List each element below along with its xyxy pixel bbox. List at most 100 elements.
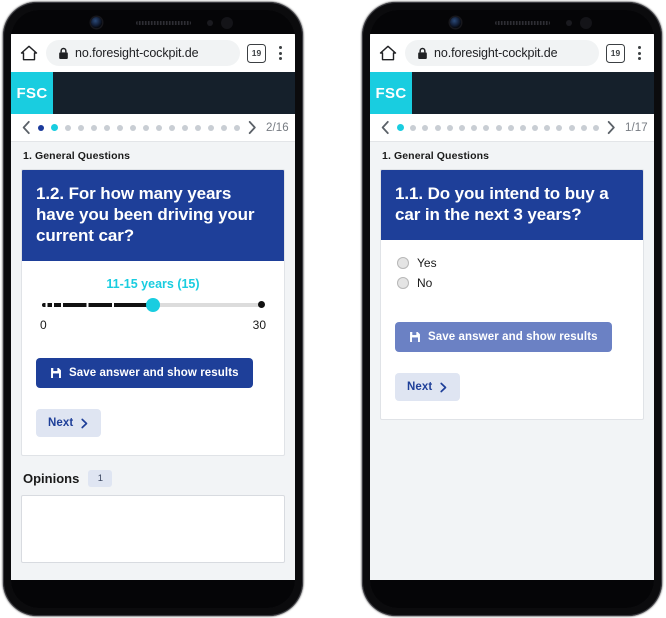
next-button-label: Next: [407, 381, 433, 394]
pager-dot[interactable]: [117, 124, 123, 131]
question-text: 1.2. For how many years have you been dr…: [22, 170, 284, 262]
pager-dot[interactable]: [593, 124, 599, 131]
answer-option-row[interactable]: No: [397, 276, 629, 290]
front-camera-icon: [450, 17, 461, 28]
pager-dot[interactable]: [532, 124, 539, 131]
question-card-left: 1.2. For how many years have you been dr…: [21, 169, 285, 457]
pager-dot[interactable]: [568, 124, 575, 131]
phone-device-left: no.foresight-cockpit.de 19 FSC 2/16 1. G…: [3, 2, 303, 616]
phone-chin-right: [370, 580, 654, 608]
fsc-logo[interactable]: FSC: [370, 72, 412, 114]
front-camera-icon: [91, 17, 102, 28]
question-answer-area: Yes No Save answer and show results Next: [381, 240, 643, 419]
slider-thumb[interactable]: [146, 298, 160, 313]
opinions-textarea[interactable]: [21, 495, 285, 564]
chevron-right-icon: [81, 418, 88, 429]
pager-dot[interactable]: [91, 124, 97, 131]
pager-dot[interactable]: [507, 124, 514, 131]
home-icon[interactable]: [19, 43, 39, 63]
pager-dots-left[interactable]: [38, 124, 240, 131]
pager-dot[interactable]: [169, 124, 175, 131]
pager-dot[interactable]: [38, 124, 44, 131]
address-bar[interactable]: no.foresight-cockpit.de: [46, 40, 240, 66]
save-answer-label: Save answer and show results: [69, 367, 239, 380]
next-button[interactable]: Next: [36, 409, 102, 438]
question-pager-right: 1/17: [370, 114, 654, 142]
phone-bezel-left: no.foresight-cockpit.de 19 FSC 2/16 1. G…: [11, 10, 295, 608]
save-answer-label: Save answer and show results: [428, 331, 598, 344]
pager-dot[interactable]: [397, 124, 404, 131]
home-icon[interactable]: [378, 43, 398, 63]
question-text: 1.1. Do you intend to buy a car in the n…: [381, 170, 643, 241]
answer-option-row[interactable]: Yes: [397, 256, 629, 270]
save-floppy-icon: [410, 332, 420, 343]
ambient-sensor-icon: [221, 17, 233, 29]
pager-dot[interactable]: [483, 124, 490, 131]
proximity-sensor-icon: [566, 20, 572, 26]
browser-toolbar-left: no.foresight-cockpit.de 19: [11, 34, 295, 72]
pager-dot[interactable]: [143, 124, 149, 131]
kebab-menu-icon[interactable]: [273, 43, 287, 63]
phone-screen-left: no.foresight-cockpit.de 19 FSC 2/16 1. G…: [11, 34, 295, 580]
pager-dot[interactable]: [208, 124, 214, 131]
pager-dot[interactable]: [51, 124, 58, 131]
pager-dot[interactable]: [519, 124, 526, 131]
tab-count-label: 19: [610, 48, 621, 58]
tab-count-button[interactable]: 19: [247, 43, 266, 63]
pager-dot[interactable]: [471, 124, 478, 131]
page-counter: 1/17: [625, 121, 648, 134]
pager-dot[interactable]: [156, 124, 162, 131]
pager-dot[interactable]: [544, 124, 551, 131]
question-pager-left: 2/16: [11, 114, 295, 142]
pager-dot[interactable]: [130, 124, 136, 131]
next-button[interactable]: Next: [395, 373, 461, 402]
fsc-logo[interactable]: FSC: [11, 72, 53, 114]
earpiece-speaker-icon: [495, 21, 550, 25]
chevron-right-icon[interactable]: [605, 120, 617, 135]
opinions-header: Opinions 1: [11, 456, 295, 495]
chevron-left-icon[interactable]: [379, 120, 391, 135]
pager-dot[interactable]: [410, 124, 417, 131]
save-answer-button[interactable]: Save answer and show results: [36, 358, 253, 389]
opinions-count-badge: 1: [88, 470, 113, 488]
page-content-right: 1. General Questions 1.1. Do you intend …: [370, 142, 654, 580]
question-answer-area: 11-15 years (15) 0 30 Save answer and sh…: [22, 261, 284, 455]
pager-dot[interactable]: [65, 124, 71, 131]
answer-options-list: Yes No: [395, 254, 629, 290]
url-text: no.foresight-cockpit.de: [434, 46, 558, 60]
phone-top-sensors-right: [370, 10, 654, 34]
pager-dot[interactable]: [182, 124, 188, 131]
pager-dot[interactable]: [104, 124, 110, 131]
radio-button-icon[interactable]: [397, 277, 409, 290]
slider-max-label: 30: [252, 318, 266, 333]
earpiece-speaker-icon: [136, 21, 191, 25]
years-slider[interactable]: [42, 298, 265, 313]
question-card-right: 1.1. Do you intend to buy a car in the n…: [380, 169, 644, 421]
pager-dot[interactable]: [458, 124, 465, 131]
pager-dot[interactable]: [221, 124, 227, 131]
slider-value-label: 11-15 years (15): [106, 277, 200, 292]
chevron-right-icon[interactable]: [246, 120, 258, 135]
pager-dot[interactable]: [556, 124, 563, 131]
lock-icon: [418, 47, 427, 59]
pager-dot[interactable]: [495, 124, 502, 131]
chevron-left-icon[interactable]: [20, 120, 32, 135]
pager-dot[interactable]: [422, 124, 429, 131]
pager-dot[interactable]: [580, 124, 587, 131]
pager-dot[interactable]: [195, 124, 201, 131]
kebab-menu-icon[interactable]: [632, 43, 646, 63]
url-text: no.foresight-cockpit.de: [75, 46, 199, 60]
pager-dot[interactable]: [434, 124, 441, 131]
address-bar[interactable]: no.foresight-cockpit.de: [405, 40, 599, 66]
pager-dot[interactable]: [78, 124, 84, 131]
pager-dots-right[interactable]: [397, 124, 599, 131]
phone-device-right: no.foresight-cockpit.de 19 FSC 1/17 1. G…: [362, 2, 662, 616]
phone-top-sensors-left: [11, 10, 295, 34]
tab-count-button[interactable]: 19: [606, 43, 625, 63]
ambient-sensor-icon: [580, 17, 592, 29]
pager-dot[interactable]: [446, 124, 453, 131]
pager-dot[interactable]: [234, 124, 240, 131]
radio-button-icon[interactable]: [397, 257, 409, 270]
page-content-left: 1. General Questions 1.2. For how many y…: [11, 142, 295, 580]
save-answer-button[interactable]: Save answer and show results: [395, 322, 612, 353]
